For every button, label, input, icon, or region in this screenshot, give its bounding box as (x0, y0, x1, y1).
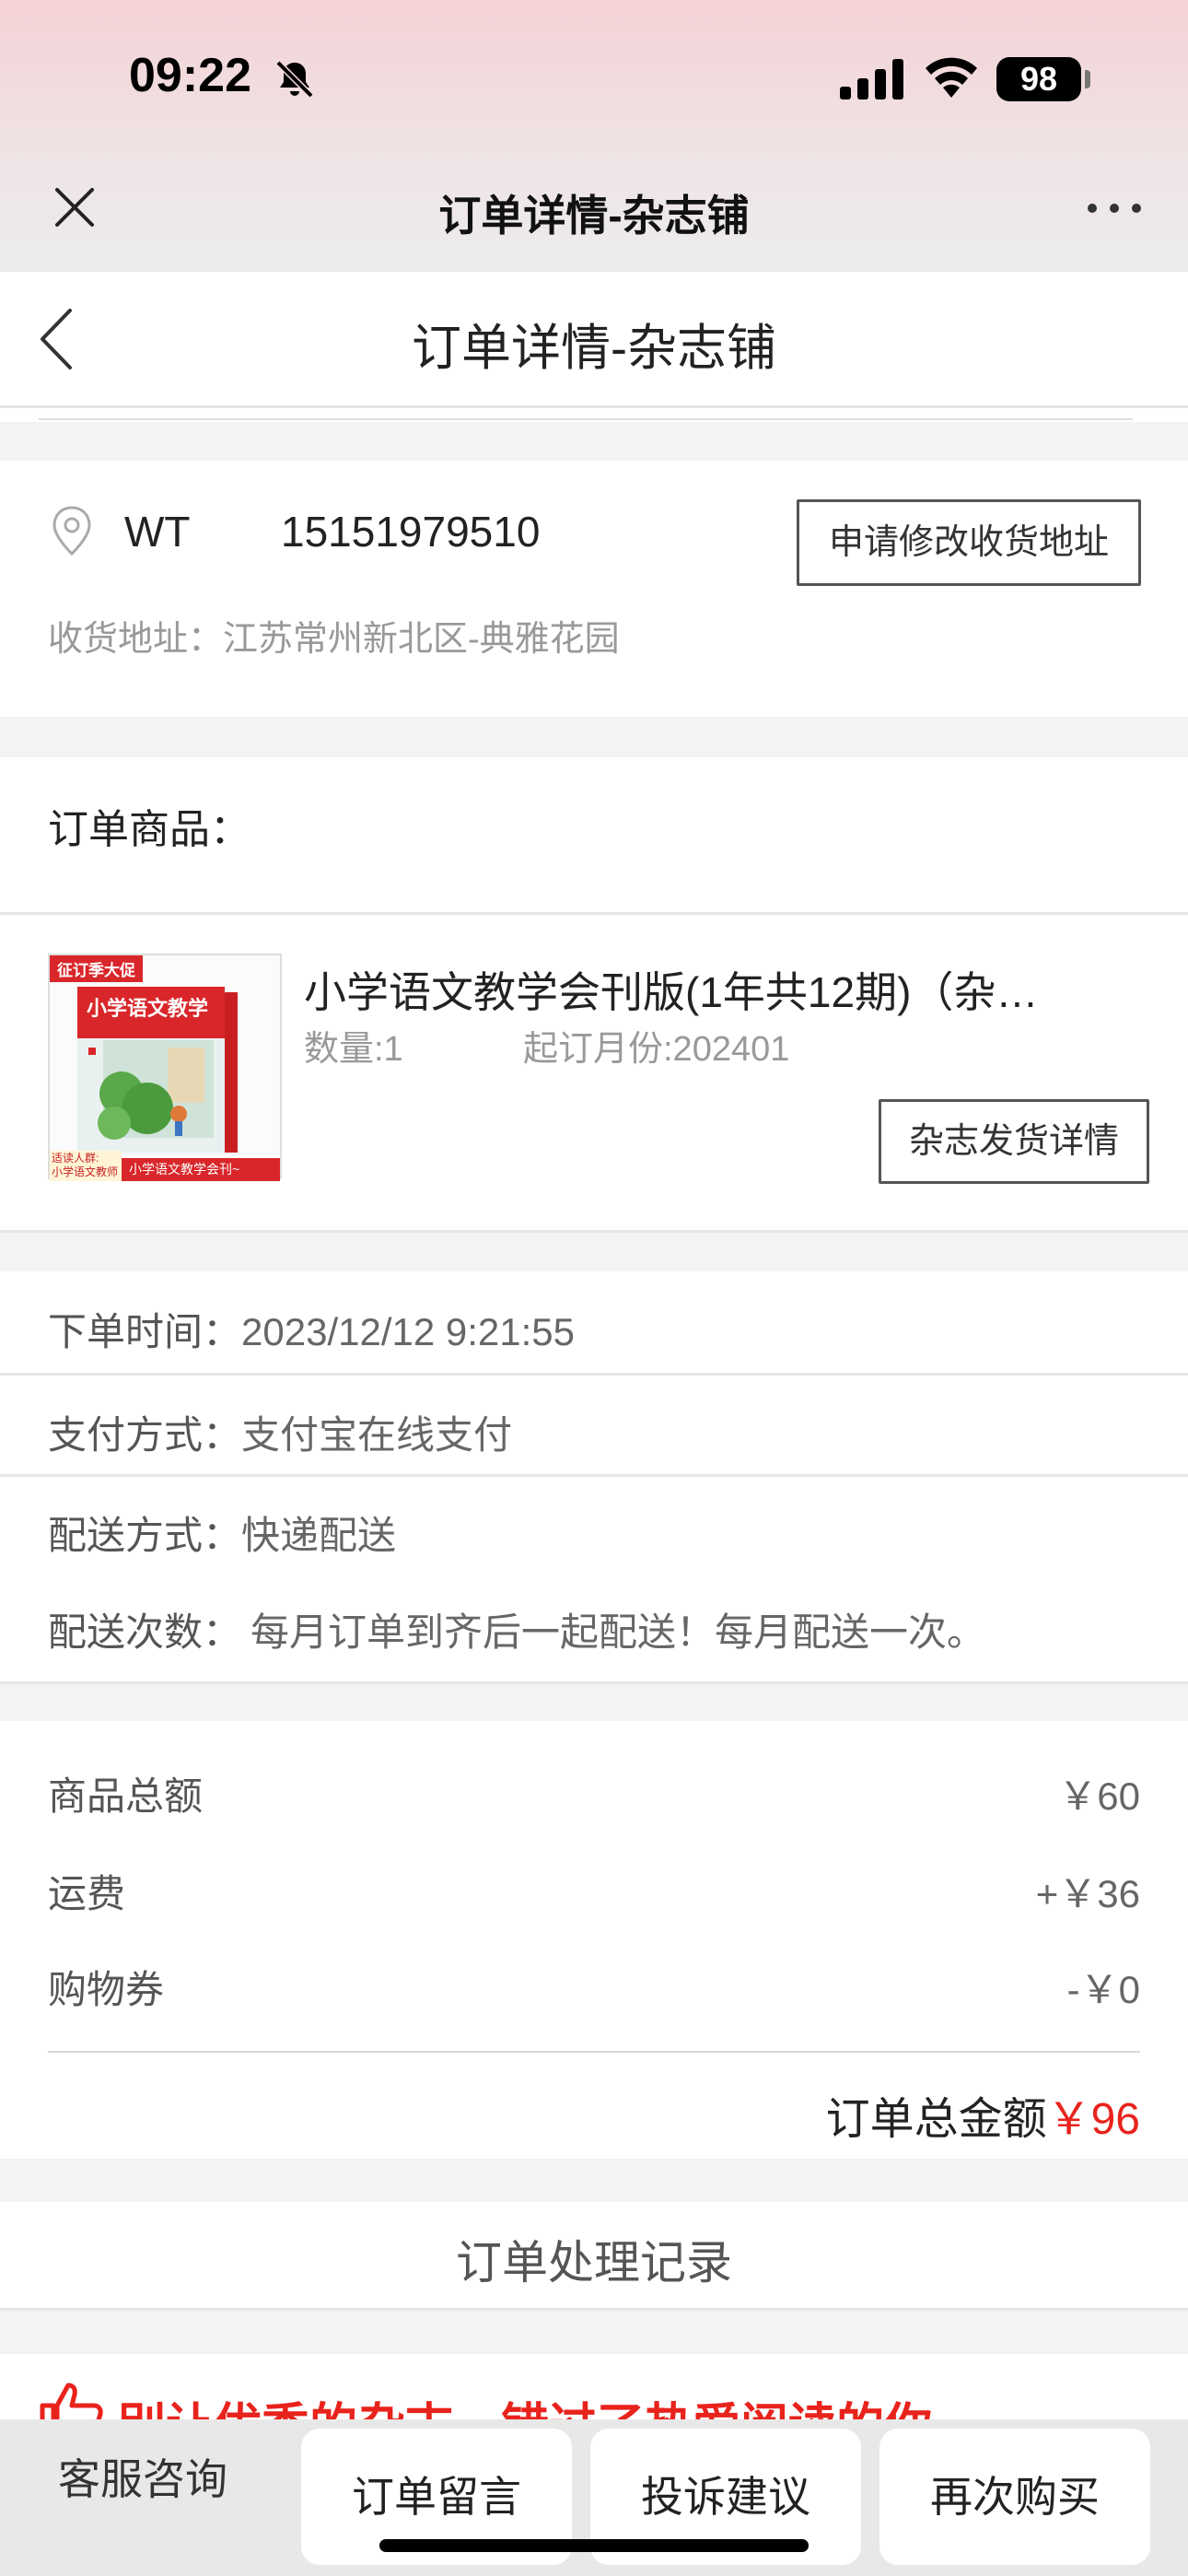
page-title: 订单详情-杂志铺 (412, 321, 776, 376)
home-indicator (379, 2539, 809, 2552)
cellular-signal-icon (840, 59, 903, 100)
bell-muted-icon (275, 60, 314, 99)
delivery-label: 配送方式： (48, 1514, 242, 1557)
order-records-row[interactable]: 订单处理记录 (0, 2202, 1188, 2308)
change-address-button[interactable]: 申请修改收货地址 (797, 499, 1141, 586)
goods-total-label: 商品总额 (48, 1774, 204, 1818)
coupon-label: 购物券 (48, 1968, 165, 2011)
order-info-card: 下单时间：2023/12/12 9:21:55 支付方式：支付宝在线支付 配送方… (0, 1271, 1188, 1681)
battery-indicator: 98 (996, 57, 1081, 101)
records-divider (0, 2308, 1188, 2311)
delivery-value: 快递配送 (241, 1514, 397, 1557)
goods-start-month: 起订月份:202401 (523, 1030, 790, 1069)
status-bar: 09:22 98 (0, 0, 1188, 157)
recipient-phone: 15151979510 (281, 508, 541, 556)
payment-label: 支付方式： (48, 1413, 242, 1457)
info-divider (0, 1474, 1188, 1477)
totals-card: 商品总额 ￥60 运费 +￥36 购物券 -￥0 订单总金额￥96 (0, 1721, 1188, 2159)
more-options-icon[interactable] (1087, 203, 1142, 214)
webview-header: 订单详情-杂志铺 (0, 166, 1188, 272)
order-time-label: 下单时间： (48, 1310, 242, 1353)
shipping-fee-value: +￥36 (1035, 1872, 1140, 1915)
grand-total-value: ￥96 (1046, 2095, 1140, 2144)
address-card: WT 15151979510 申请修改收货地址 收货地址：江苏常州新北区-典雅花… (0, 461, 1188, 717)
delivery-row: 配送方式：快递配送 (48, 1505, 396, 1561)
frequency-label: 配送次数： (48, 1610, 242, 1654)
coupon-value: -￥0 (1066, 1968, 1140, 2011)
payment-value: 支付宝在线支付 (241, 1413, 513, 1457)
wifi-icon (926, 57, 977, 98)
order-goods-header: 订单商品： (0, 757, 1188, 912)
order-time-row: 下单时间：2023/12/12 9:21:55 (48, 1301, 575, 1357)
order-records-label[interactable]: 订单处理记录 (0, 2226, 1188, 2292)
info-divider (0, 1373, 1188, 1376)
grand-total: 订单总金额￥96 (826, 2082, 1140, 2147)
shipping-fee-label: 运费 (48, 1872, 126, 1915)
payment-row: 支付方式：支付宝在线支付 (48, 1404, 512, 1460)
order-time-value: 2023/12/12 9:21:55 (241, 1310, 576, 1353)
shipping-details-button[interactable]: 杂志发货详情 (879, 1099, 1149, 1184)
goods-quantity: 数量:1 (304, 1030, 403, 1069)
info-bottom-divider (0, 1681, 1188, 1684)
status-time: 09:22 (129, 49, 251, 102)
page-header: 订单详情-杂志铺 (0, 272, 1188, 405)
battery-cap (1085, 70, 1090, 88)
customer-service-button[interactable]: 客服咨询 (28, 2419, 258, 2539)
frequency-value: 每月订单到齐后一起配送！每月配送一次。 (250, 1610, 986, 1654)
bottom-action-bar: 客服咨询 订单留言 投诉建议 再次购买 (0, 2419, 1188, 2576)
magazine-cover-art (50, 955, 280, 1177)
header-sub-divider (39, 418, 1133, 420)
goods-bottom-divider (0, 1230, 1188, 1233)
recipient-name: WT (124, 508, 191, 556)
order-goods-label: 订单商品： (48, 807, 250, 852)
goods-name[interactable]: 小学语文教学会刊版(1年共12期)（杂志订阅） (304, 959, 1077, 1020)
webview-title: 订单详情-杂志铺 (438, 192, 750, 240)
magazine-thumbnail[interactable] (48, 954, 282, 1179)
goods-item[interactable]: 小学语文教学会刊版(1年共12期)（杂志订阅） 数量:1 起订月份:202401… (0, 915, 1188, 1230)
location-pin-icon (52, 506, 91, 556)
frequency-row: 配送次数： 每月订单到齐后一起配送！每月配送一次。 (48, 1601, 985, 1657)
totals-divider (48, 2051, 1140, 2053)
rebuy-button[interactable]: 再次购买 (879, 2429, 1150, 2565)
goods-total-value: ￥60 (1058, 1774, 1140, 1818)
grand-total-label: 订单总金额 (825, 2095, 1047, 2144)
shipping-address: 收货地址：江苏常州新北区-典雅花园 (48, 620, 620, 659)
